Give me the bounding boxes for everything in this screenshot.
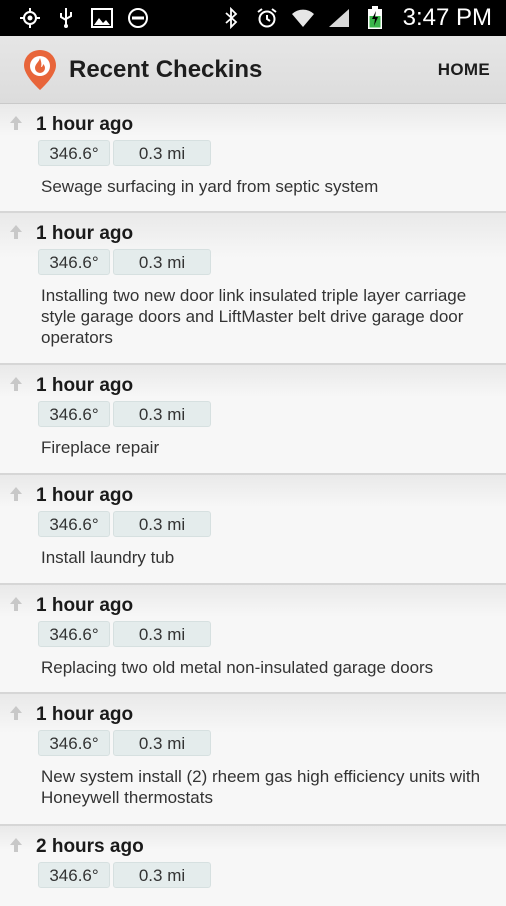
distance-badge: 0.3 mi <box>113 511 211 537</box>
do-not-disturb-icon <box>126 6 150 30</box>
checkin-description: Replacing two old metal non-insulated ga… <box>41 658 434 677</box>
checkin-time: 1 hour ago <box>36 595 134 616</box>
list-item[interactable]: 1 hour ago 346.6° 0.3 mi Fireplace repai… <box>0 365 506 475</box>
distance-badge: 0.3 mi <box>113 140 211 166</box>
usb-icon <box>54 6 78 30</box>
home-button[interactable]: HOME <box>438 60 490 80</box>
up-arrow-icon <box>9 596 23 612</box>
checkin-description: Sewage surfacing in yard from septic sys… <box>41 177 379 196</box>
list-item[interactable]: 1 hour ago 346.6° 0.3 mi Sewage surfacin… <box>0 104 506 213</box>
distance-badge: 0.3 mi <box>113 401 211 427</box>
up-arrow-icon <box>9 486 23 502</box>
app-logo-icon[interactable] <box>22 48 58 92</box>
heading-badge: 346.6° <box>38 862 110 888</box>
status-bar: 3:47 PM <box>0 0 506 36</box>
wifi-icon <box>291 6 315 30</box>
status-bar-left <box>18 6 150 30</box>
checkin-description: Install laundry tub <box>41 548 175 567</box>
image-icon <box>90 6 114 30</box>
battery-charging-icon <box>363 6 387 30</box>
heading-badge: 346.6° <box>38 140 110 166</box>
up-arrow-icon <box>9 224 23 240</box>
checkin-time: 1 hour ago <box>36 114 134 135</box>
page-title: Recent Checkins <box>69 56 263 83</box>
status-time: 3:47 PM <box>402 4 492 31</box>
checkin-list: 1 hour ago 346.6° 0.3 mi Sewage surfacin… <box>0 104 506 906</box>
checkin-time: 2 hours ago <box>36 836 144 857</box>
up-arrow-icon <box>9 376 23 392</box>
checkin-time: 1 hour ago <box>36 223 134 244</box>
signal-icon <box>327 6 351 30</box>
list-item[interactable]: 1 hour ago 346.6° 0.3 mi Replacing two o… <box>0 585 506 694</box>
heading-badge: 346.6° <box>38 621 110 647</box>
distance-badge: 0.3 mi <box>113 621 211 647</box>
list-item[interactable]: 1 hour ago 346.6° 0.3 mi Install laundry… <box>0 475 506 585</box>
heading-badge: 346.6° <box>38 249 110 275</box>
distance-badge: 0.3 mi <box>113 862 211 888</box>
heading-badge: 346.6° <box>38 401 110 427</box>
checkin-time: 1 hour ago <box>36 375 134 396</box>
checkin-description: Fireplace repair <box>41 438 160 457</box>
distance-badge: 0.3 mi <box>113 730 211 756</box>
heading-badge: 346.6° <box>38 730 110 756</box>
status-bar-right: 3:47 PM <box>219 4 492 32</box>
heading-badge: 346.6° <box>38 511 110 537</box>
checkin-time: 1 hour ago <box>36 704 134 725</box>
distance-badge: 0.3 mi <box>113 249 211 275</box>
list-item[interactable]: 2 hours ago 346.6° 0.3 mi <box>0 826 506 906</box>
up-arrow-icon <box>9 705 23 721</box>
action-bar: Recent Checkins HOME <box>0 36 506 104</box>
gps-icon <box>18 6 42 30</box>
up-arrow-icon <box>9 837 23 853</box>
checkin-description: Installing two new door link insulated t… <box>41 286 467 347</box>
checkin-description: New system install (2) rheem gas high ef… <box>41 767 481 807</box>
list-item[interactable]: 1 hour ago 346.6° 0.3 mi New system inst… <box>0 694 506 826</box>
bluetooth-icon <box>219 6 243 30</box>
list-item[interactable]: 1 hour ago 346.6° 0.3 mi Installing two … <box>0 213 506 365</box>
checkin-time: 1 hour ago <box>36 485 134 506</box>
up-arrow-icon <box>9 115 23 131</box>
alarm-icon <box>255 6 279 30</box>
